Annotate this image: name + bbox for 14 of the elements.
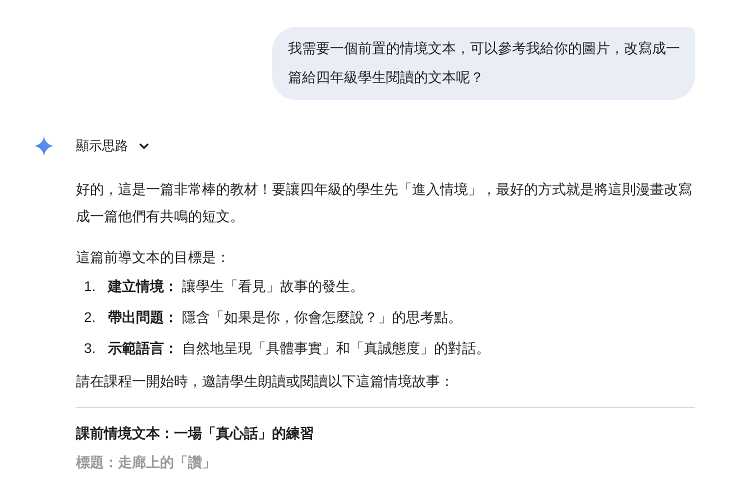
goal-text: 示範語言： 自然地呈現「具體事實」和「真誠態度」的對話。 [108, 339, 490, 358]
show-thinking-toggle[interactable]: 顯示思路 [76, 137, 150, 155]
goal-text: 建立情境： 讓學生「看見」故事的發生。 [108, 277, 364, 296]
response-paragraph: 好的，這是一篇非常棒的教材！要讓四年級的學生先「進入情境」，最好的方式就是將這則漫畫改寫成一篇他們有共鳴的短文。 [76, 180, 693, 226]
story-heading: 課前情境文本：一場「真心話」的練習 [76, 424, 315, 443]
user-message: 我需要一個前置的情境文本，可以參考我給你的圖片，改寫成一篇給四年級學生閱讀的文本呢？ [272, 27, 695, 100]
list-number: 2. [84, 308, 97, 327]
list-number: 1. [84, 277, 97, 296]
story-title: 標題：走廊上的「讚」 [76, 453, 217, 472]
sparkle-icon [34, 136, 54, 156]
response-paragraph: 請在課程一開始時，邀請學生朗讀或閱讀以下這篇情境故事： [76, 372, 455, 391]
list-number: 3. [84, 339, 97, 358]
goals-heading: 這篇前導文本的目標是： [76, 248, 231, 267]
goal-text: 帶出問題： 隱含「如果是你，你會怎麼說？」的思考點。 [108, 308, 462, 327]
